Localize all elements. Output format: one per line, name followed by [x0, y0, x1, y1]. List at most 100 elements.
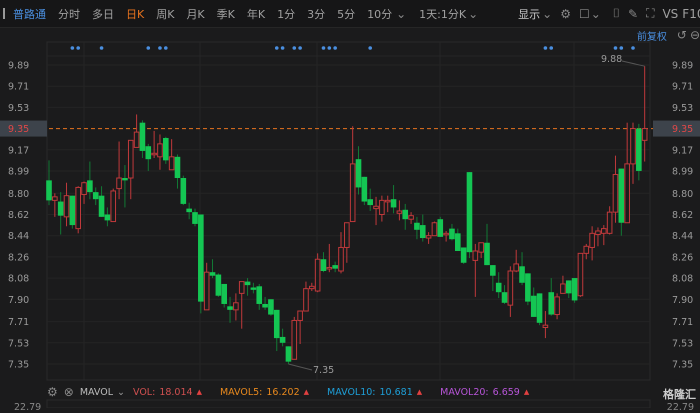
candle-down [92, 192, 99, 200]
candle-up [151, 152, 157, 156]
candle-up [577, 252, 584, 297]
candle-down [268, 299, 274, 315]
candle-down [192, 212, 198, 224]
close-icon[interactable]: ⊗ [64, 385, 74, 399]
candle-up [560, 283, 566, 294]
settings-icon[interactable]: ⚙ [47, 385, 58, 399]
high-price-label: 9.88 [601, 54, 622, 65]
event-marker-dot [70, 46, 75, 50]
candle-down [221, 283, 227, 304]
candle-up [233, 302, 239, 311]
event-marker-dot [146, 46, 151, 50]
candle-down [466, 172, 473, 253]
event-marker-dot [274, 46, 279, 50]
candle-down [180, 178, 187, 204]
candle-up [507, 270, 514, 306]
candle-down [390, 199, 397, 208]
candle-up [472, 250, 479, 261]
indicator-bar: ⚙ ⊗ MAVOL ⌄ VOL: 18.014 ▲ MAVOL5: 16.202… [47, 385, 547, 399]
price-tick-right: 8.08 [672, 274, 693, 285]
candle-down [402, 209, 409, 220]
price-tick-left: 7.90 [8, 295, 29, 306]
candle-up [81, 182, 87, 195]
price-tick-right: 9.17 [672, 145, 693, 156]
candle-up [554, 296, 560, 316]
candle-down [46, 180, 52, 201]
candle-down [262, 303, 268, 308]
candle-up [384, 199, 391, 203]
candle-up [396, 210, 403, 214]
candle-up [379, 199, 385, 215]
candle-down [227, 306, 233, 310]
candle-up [52, 196, 58, 201]
candlestick-chart[interactable]: 9.89 9.89 9.71 9.71 9.53 9.53 9.17 9.17 8.99 8.99… [0, 0, 700, 408]
candle-up [624, 163, 630, 224]
candle-up [203, 271, 210, 311]
candle-up [443, 232, 449, 236]
candle-up [75, 186, 82, 230]
price-tick-right: 8.26 [672, 252, 693, 263]
low-price-label: 7.35 [313, 365, 334, 376]
candle-up [133, 131, 140, 148]
event-marker-dot [613, 46, 618, 50]
candle-down [495, 282, 502, 293]
indicator-name[interactable]: MAVOL [80, 387, 113, 398]
candle-up [344, 222, 350, 248]
chevron-down-icon[interactable]: ⌄ [117, 387, 125, 398]
candle-down [87, 180, 93, 193]
candle-down [145, 146, 152, 160]
candle-up [408, 215, 414, 220]
up-arrow-icon: ▲ [523, 388, 530, 396]
volume-pane-frame [46, 399, 651, 408]
candle-down [525, 273, 531, 302]
candle-down [618, 168, 625, 223]
candle-up [373, 205, 379, 210]
candle-down [437, 219, 444, 237]
candle-up [431, 222, 438, 237]
candle-down [250, 287, 257, 290]
candle-down [57, 201, 64, 216]
candle-down [186, 208, 192, 213]
candle-down [455, 233, 461, 251]
price-tick-right: 8.44 [672, 231, 693, 242]
event-marker-dot [76, 46, 80, 50]
candle-up [589, 232, 595, 248]
mavol5-value: 16.202 [266, 386, 300, 398]
candle-down [536, 293, 543, 323]
current-price-right: 9.35 [672, 124, 693, 135]
price-tick-right: 7.35 [672, 360, 693, 371]
candle-down [414, 222, 420, 230]
price-tick-left: 9.17 [8, 145, 29, 156]
event-marker-dot [292, 46, 297, 50]
candle-down [320, 259, 327, 272]
candle-down [244, 281, 251, 286]
candle-up [157, 143, 163, 158]
candle-up [127, 139, 134, 179]
candle-down [209, 272, 216, 276]
price-tick-left: 9.71 [8, 82, 29, 93]
candle-up [116, 177, 122, 190]
candle-up [303, 288, 309, 312]
mavol10-label: MAVOL10: [327, 386, 376, 398]
candle-up [606, 211, 613, 234]
candle-down [279, 336, 286, 343]
candle-down [361, 176, 368, 202]
candle-up [326, 266, 333, 270]
low-label-leader [288, 363, 313, 371]
candle-down [571, 278, 578, 301]
candle-up [338, 246, 344, 272]
candle-down [122, 178, 128, 181]
price-tick-right: 7.90 [672, 295, 693, 306]
candle-up [601, 228, 607, 234]
price-tick-right: 8.99 [672, 166, 693, 177]
candle-up [583, 245, 590, 254]
candle-up [309, 285, 315, 290]
candle-down [69, 195, 76, 226]
price-tick-left: 9.53 [8, 103, 29, 114]
price-tick-left: 8.80 [8, 189, 29, 200]
candle-down [163, 137, 169, 161]
event-marker-dot [543, 46, 548, 50]
price-tick-left: 7.35 [8, 360, 29, 371]
candle-up [612, 173, 619, 213]
candle-down [460, 247, 467, 263]
